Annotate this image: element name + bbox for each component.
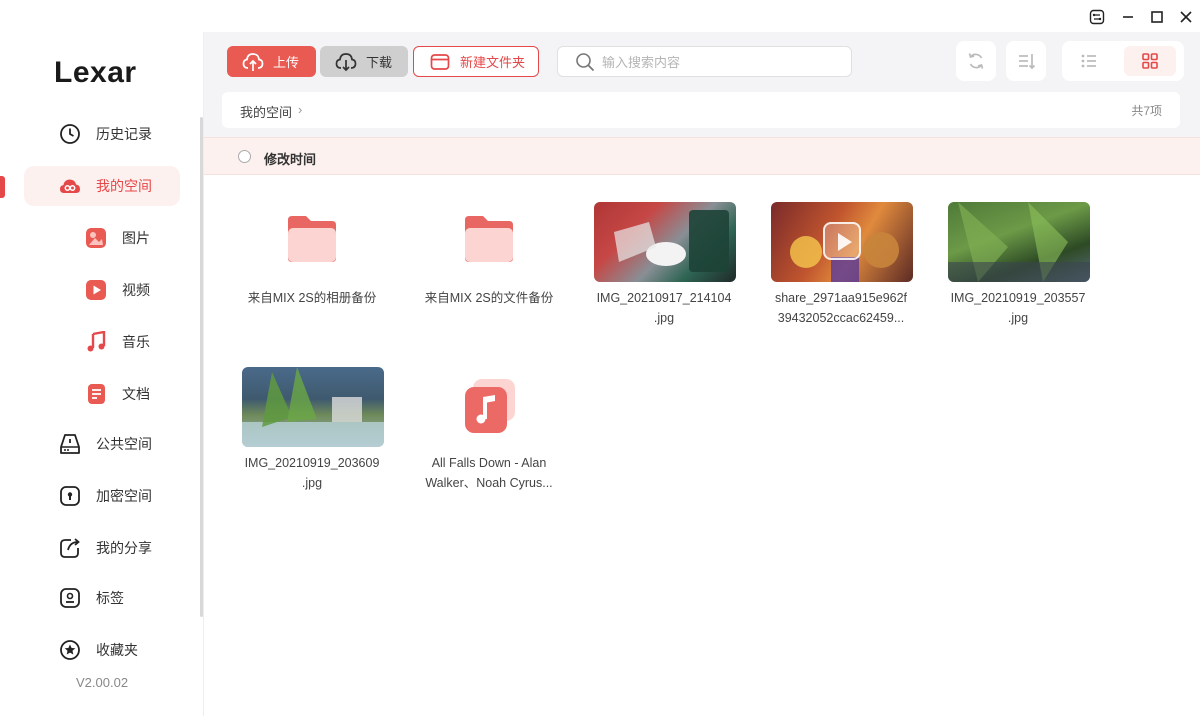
- sidebar-item-videos[interactable]: 视频: [24, 270, 180, 310]
- breadcrumb: 我的空间 › 共7项: [222, 92, 1180, 128]
- sidebar-item-public-space[interactable]: 公共空间: [24, 424, 180, 464]
- file-item[interactable]: IMG_20210919_203557 .jpg: [938, 202, 1098, 352]
- file-name: 来自MIX 2S的文件备份: [424, 291, 554, 305]
- sidebar-item-documents[interactable]: 文档: [24, 374, 180, 414]
- sidebar-item-label: 加密空间: [96, 488, 152, 504]
- sidebar-item-label: 历史记录: [96, 126, 152, 142]
- sidebar-item-label: 我的空间: [96, 178, 152, 194]
- search-icon: [575, 52, 595, 72]
- file-item[interactable]: All Falls Down - Alan Walker、Noah Cyrus..…: [409, 367, 569, 517]
- minimize-icon[interactable]: [1117, 6, 1139, 28]
- video-icon: [84, 278, 108, 302]
- file-name: share_2971aa915e962f 39432052ccac62459...: [774, 291, 908, 325]
- lock-icon: [58, 484, 82, 508]
- sort-button-group: [1006, 41, 1046, 81]
- music-file-icon: [461, 377, 519, 435]
- tag-icon: [58, 586, 82, 610]
- sidebar-item-my-shares[interactable]: 我的分享: [24, 528, 180, 568]
- sidebar-item-encrypted-space[interactable]: 加密空间: [24, 476, 180, 516]
- sidebar-item-label: 视频: [122, 282, 150, 298]
- lexar-logo: Lexar: [54, 56, 137, 89]
- file-name: 来自MIX 2S的相册备份: [247, 291, 377, 305]
- sidebar-item-label: 图片: [122, 230, 150, 246]
- sidebar-item-label: 音乐: [122, 334, 150, 350]
- upload-button[interactable]: 上传: [227, 46, 316, 77]
- maximize-icon[interactable]: [1146, 6, 1168, 28]
- file-name: IMG_20210919_203557 .jpg: [950, 291, 1086, 325]
- title-bar: [0, 0, 1200, 32]
- new-folder-label: 新建文件夹: [460, 55, 526, 70]
- grid-view-icon[interactable]: [1138, 49, 1162, 73]
- sidebar: Lexar 历史记录 我的空间 图片 视频 音乐 文档 公共空间 加密空间 我的…: [0, 32, 204, 716]
- music-icon: [84, 330, 108, 354]
- file-name: All Falls Down - Alan Walker、Noah Cyrus..…: [425, 456, 553, 490]
- sidebar-item-favorites[interactable]: 收藏夹: [24, 630, 180, 670]
- sidebar-item-label: 我的分享: [96, 540, 152, 556]
- sidebar-scrollbar[interactable]: [200, 117, 203, 617]
- file-name: IMG_20210919_203609 .jpg: [244, 456, 380, 490]
- download-label: 下载: [366, 55, 393, 70]
- app-version: V2.00.02: [76, 675, 129, 690]
- file-name: IMG_20210917_214104 .jpg: [596, 291, 732, 325]
- sidebar-item-label: 公共空间: [96, 436, 152, 452]
- sidebar-item-label: 收藏夹: [96, 642, 138, 658]
- sort-header: 修改时间: [204, 137, 1200, 175]
- item-count: 共7项: [1131, 104, 1162, 118]
- drive-icon: [58, 432, 82, 456]
- image-thumbnail: [948, 202, 1090, 282]
- image-icon: [84, 226, 108, 250]
- sidebar-item-images[interactable]: 图片: [24, 218, 180, 258]
- image-thumbnail: [242, 367, 384, 447]
- breadcrumb-item[interactable]: 我的空间: [240, 102, 292, 121]
- select-all-radio[interactable]: [238, 150, 251, 163]
- file-item[interactable]: 来自MIX 2S的文件备份: [409, 202, 569, 352]
- sort-by-modified-time[interactable]: 修改时间: [264, 149, 316, 168]
- refresh-button-group: [956, 41, 996, 81]
- chevron-right-icon: ›: [298, 102, 303, 117]
- file-item[interactable]: IMG_20210917_214104 .jpg: [584, 202, 744, 352]
- file-item[interactable]: IMG_20210919_203609 .jpg: [232, 367, 392, 517]
- refresh-icon[interactable]: [964, 49, 988, 73]
- play-icon: [823, 222, 861, 260]
- image-thumbnail: [594, 202, 736, 282]
- folder-icon: [284, 210, 342, 268]
- cloud-download-icon: [335, 51, 357, 73]
- file-item[interactable]: share_2971aa915e962f 39432052ccac62459...: [761, 202, 921, 352]
- sidebar-item-tags[interactable]: 标签: [24, 578, 180, 618]
- cloud-icon: [58, 174, 82, 198]
- sidebar-item-label: 文档: [122, 386, 150, 402]
- settings-menu-icon[interactable]: [1086, 6, 1108, 28]
- active-indicator: [0, 176, 5, 198]
- new-folder-button[interactable]: 新建文件夹: [413, 46, 539, 77]
- main-panel: 上传 下载 新建文件夹 输入搜索内容 我的空间 › 共7项 修改时间 来自MIX…: [204, 32, 1200, 716]
- sidebar-item-my-space[interactable]: 我的空间: [24, 166, 180, 206]
- video-thumbnail: [771, 202, 913, 282]
- star-icon: [58, 638, 82, 662]
- folder-icon: [461, 210, 519, 268]
- list-view-icon[interactable]: [1077, 49, 1101, 73]
- document-icon: [84, 382, 108, 406]
- download-button[interactable]: 下载: [320, 46, 408, 77]
- sidebar-item-music[interactable]: 音乐: [24, 322, 180, 362]
- search-input[interactable]: [602, 53, 842, 71]
- sidebar-item-label: 标签: [96, 590, 124, 606]
- share-icon: [58, 536, 82, 560]
- clock-icon: [58, 122, 82, 146]
- toolbar: 上传 下载 新建文件夹 输入搜索内容 我的空间 › 共7项: [204, 32, 1200, 137]
- view-toggle-group: [1062, 41, 1184, 81]
- file-item[interactable]: 来自MIX 2S的相册备份: [232, 202, 392, 352]
- cloud-upload-icon: [242, 51, 264, 73]
- folder-icon: [429, 51, 451, 73]
- upload-label: 上传: [273, 55, 300, 70]
- search-box[interactable]: [557, 46, 852, 77]
- close-icon[interactable]: [1175, 6, 1197, 28]
- sidebar-item-history[interactable]: 历史记录: [24, 114, 180, 154]
- sort-order-icon[interactable]: [1014, 49, 1038, 73]
